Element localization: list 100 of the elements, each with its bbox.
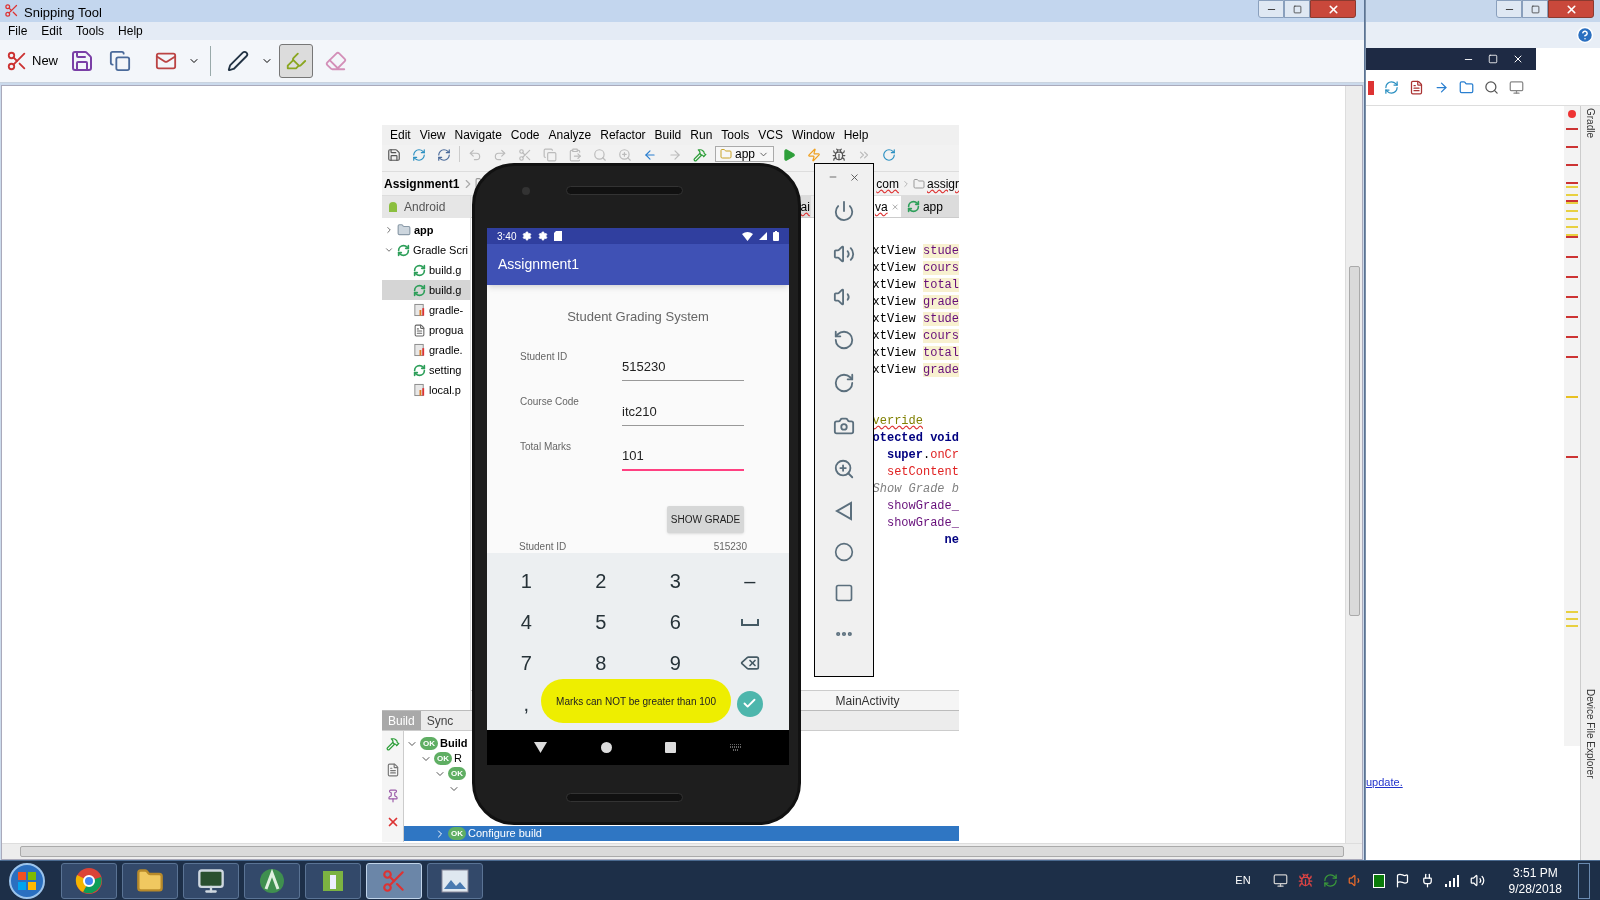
ide-menu-item[interactable]: VCS	[758, 126, 783, 144]
format-icon[interactable]	[385, 763, 400, 777]
text-input[interactable]: itc210	[622, 395, 744, 426]
back-nav-icon[interactable]	[533, 742, 547, 753]
close-button[interactable]	[1548, 0, 1594, 18]
menu-item[interactable]: Tools	[76, 22, 105, 40]
tree-item[interactable]: gradle.	[382, 340, 470, 360]
highlighter-icon[interactable]	[285, 50, 307, 72]
ide-menu-item[interactable]: Build	[654, 126, 682, 144]
tree-item[interactable]: Gradle Scri	[382, 240, 470, 260]
space-key-icon[interactable]	[740, 617, 759, 626]
build-tree-row[interactable]: OK Build	[404, 736, 468, 751]
checkmark-icon[interactable]	[742, 696, 758, 711]
sync-icon[interactable]	[1384, 80, 1399, 95]
keypad-key[interactable]: 6	[669, 610, 681, 633]
network-icon[interactable]	[1272, 873, 1288, 888]
overview-icon[interactable]	[834, 583, 854, 603]
stop-icon[interactable]	[1368, 80, 1374, 95]
menu-item[interactable]: File	[8, 22, 28, 40]
pin-icon[interactable]	[385, 789, 400, 803]
scissors-icon[interactable]	[6, 50, 28, 72]
editor-breadcrumb[interactable]: MainActivity	[835, 691, 900, 710]
camera-icon[interactable]	[833, 415, 855, 437]
show-desktop-button[interactable]	[1578, 862, 1590, 899]
close-icon[interactable]	[1512, 53, 1524, 65]
ide-menu-item[interactable]: Tools	[721, 126, 750, 144]
tree-item[interactable]: build.g	[382, 280, 470, 300]
menu-item[interactable]: Help	[118, 22, 143, 40]
maximize-button[interactable]	[1522, 0, 1548, 18]
import-icon[interactable]	[1434, 80, 1449, 95]
rotate-right-icon[interactable]	[833, 372, 855, 394]
zoom-icon[interactable]	[833, 458, 855, 480]
done-key[interactable]	[736, 690, 763, 717]
maximize-icon[interactable]	[1292, 4, 1302, 14]
path-breadcrumb[interactable]: assigr	[927, 174, 959, 193]
hammer-icon[interactable]	[385, 737, 400, 751]
back-icon[interactable]	[835, 501, 853, 521]
taskbar-app-button[interactable]	[244, 862, 300, 899]
project-breadcrumb[interactable]: Assignment1	[382, 174, 462, 193]
eraser-icon[interactable]	[325, 50, 347, 72]
keypad-key[interactable]: ,	[523, 692, 530, 715]
volume-up-icon[interactable]	[833, 243, 855, 265]
build-tree-row[interactable]: OK R	[404, 751, 462, 766]
clock-date[interactable]: 9/28/2018	[1508, 880, 1562, 897]
highlighter-tool-button[interactable]	[279, 44, 313, 78]
sync-icon[interactable]	[1322, 873, 1338, 888]
editor-tab[interactable]: va	[872, 196, 901, 217]
path-breadcrumb[interactable]: com	[876, 174, 899, 193]
taskbar-app-button[interactable]	[61, 862, 117, 899]
search-icon[interactable]	[1484, 80, 1499, 95]
expand-icon[interactable]	[384, 225, 394, 235]
ide-menu-item[interactable]: Edit	[390, 126, 411, 144]
ide-menu-item[interactable]: View	[419, 126, 446, 144]
file-icon[interactable]	[1409, 80, 1424, 95]
rotate-left-icon[interactable]	[833, 329, 855, 351]
recents-nav-icon[interactable]	[665, 742, 677, 753]
show-grade-button[interactable]: SHOW GRADE	[667, 505, 744, 533]
ide-menu-item[interactable]: Window	[792, 126, 835, 144]
keypad-key[interactable]: 5	[595, 610, 607, 633]
taskbar-app-button[interactable]	[183, 862, 239, 899]
side-tool-tab[interactable]: Gradle	[1583, 108, 1598, 138]
menu-item[interactable]: Edit	[41, 22, 63, 40]
ide-menu-item[interactable]: Code	[510, 126, 540, 144]
text-input[interactable]: 101	[622, 440, 744, 471]
maximize-icon[interactable]	[1530, 4, 1540, 14]
keypad-key[interactable]: 3	[669, 569, 681, 592]
editor-tab[interactable]: app	[900, 196, 959, 217]
help-icon[interactable]	[1576, 26, 1594, 44]
volume-icon[interactable]	[1469, 873, 1485, 888]
keypad-key[interactable]: 7	[520, 651, 532, 674]
taskbar-app-button[interactable]	[305, 862, 361, 899]
start-button[interactable]	[9, 862, 45, 899]
new-snip-button[interactable]: New	[4, 45, 60, 77]
collapse-icon[interactable]	[384, 245, 394, 255]
taskbar-app-button[interactable]	[427, 862, 483, 899]
keypad-key[interactable]: 4	[520, 610, 532, 633]
power-icon[interactable]	[833, 200, 855, 222]
run-config-dropdown[interactable]: app	[715, 146, 775, 162]
tree-item[interactable]: progua	[382, 320, 470, 340]
tree-item[interactable]: local.p	[382, 380, 470, 400]
vertical-scrollbar[interactable]	[1345, 86, 1362, 843]
tree-item[interactable]: app	[382, 220, 470, 240]
tray-app-icon[interactable]	[1372, 873, 1385, 888]
close-button[interactable]	[1310, 0, 1356, 18]
ide-menu-item[interactable]: Help	[843, 126, 869, 144]
home-icon[interactable]	[834, 542, 854, 562]
keypad-key[interactable]: –	[744, 569, 756, 592]
side-tool-tab[interactable]: Device File Explorer	[1583, 688, 1598, 778]
build-tree-row[interactable]: OK Configure build	[404, 826, 959, 841]
pen-icon[interactable]	[227, 50, 249, 72]
panel-tab[interactable]: Sync	[420, 711, 460, 730]
keypad-key[interactable]: 1	[520, 569, 532, 592]
ide-menu-item[interactable]: Analyze	[548, 126, 592, 144]
bug-icon[interactable]	[1297, 873, 1313, 888]
home-nav-icon[interactable]	[600, 742, 612, 753]
profile-icon[interactable]	[1509, 80, 1524, 95]
clock-time[interactable]: 3:51 PM	[1512, 864, 1558, 881]
flag-icon[interactable]	[1394, 873, 1410, 888]
ide-menu-item[interactable]: Run	[690, 126, 713, 144]
maximize-button[interactable]	[1284, 0, 1310, 18]
